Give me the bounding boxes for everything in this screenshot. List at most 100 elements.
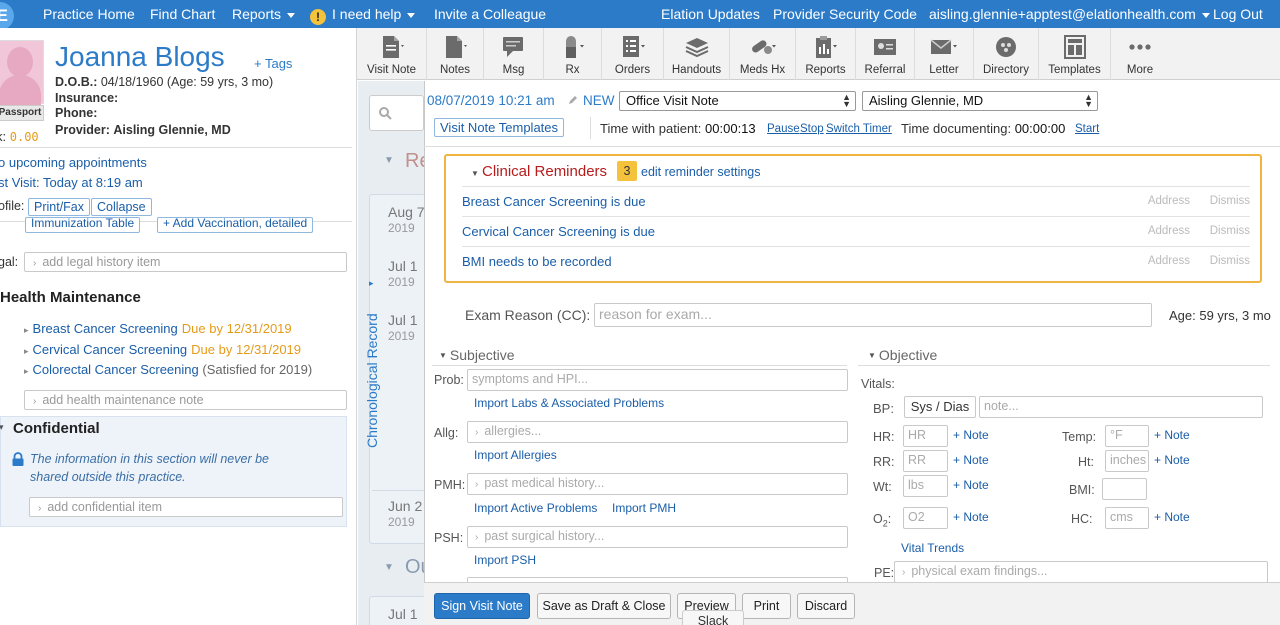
chronological-record-label[interactable]: Chronological Record (362, 290, 384, 450)
reminder-address-link[interactable]: Address (1148, 195, 1190, 207)
import-allergies-link[interactable]: Import Allergies (474, 448, 557, 462)
o2-input[interactable]: O2 (903, 507, 948, 529)
triangle-down-icon[interactable]: ▾ (0, 422, 4, 433)
pmh-input[interactable]: › past medical history... (467, 473, 848, 495)
timeline-date[interactable]: Jul 1 (388, 258, 418, 274)
add-tags-link[interactable]: + Tags (254, 56, 292, 71)
reminder-dismiss-link[interactable]: Dismiss (1210, 195, 1250, 207)
passport-badge[interactable]: Passport (0, 105, 44, 121)
provider-select[interactable]: Aisling Glennie, MD ▲ ▼ (862, 91, 1098, 111)
timeline-date[interactable]: Aug 7 (388, 204, 425, 220)
import-labs-link[interactable]: Import Labs & Associated Problems (474, 396, 664, 410)
reminder-text[interactable]: BMI needs to be recorded (462, 254, 612, 269)
collapse-button[interactable]: Collapse (91, 198, 152, 216)
health-maintenance-note-input[interactable]: › add health maintenance note (24, 390, 347, 410)
objective-heading[interactable]: ▼ Objective (868, 347, 937, 363)
nav-need-help-menu[interactable]: ! I need help (310, 6, 416, 25)
visit-note-button[interactable]: Visit Note (357, 28, 427, 80)
bp-input[interactable]: Sys / Dias (904, 396, 976, 418)
allergies-input[interactable]: › allergies... (467, 421, 848, 443)
rx-button[interactable]: Rx (544, 28, 602, 80)
timeline-search[interactable] (369, 95, 424, 131)
letter-button[interactable]: Letter (915, 28, 974, 80)
edit-reminder-settings-link[interactable]: edit reminder settings (641, 165, 761, 179)
patient-avatar[interactable] (0, 40, 44, 105)
physical-exam-input[interactable]: › physical exam findings... (894, 561, 1268, 583)
wt-input[interactable]: lbs (903, 475, 948, 497)
triangle-down-icon[interactable]: ▼ (384, 562, 394, 573)
more-button[interactable]: More (1111, 28, 1169, 80)
nav-practice-home[interactable]: Practice Home (43, 6, 135, 22)
reminder-dismiss-link[interactable]: Dismiss (1210, 255, 1250, 267)
nav-user-menu[interactable]: aisling.glennie+apptest@elationhealth.co… (929, 6, 1210, 22)
subjective-heading[interactable]: ▼ Subjective (439, 347, 515, 363)
legal-history-input[interactable]: › add legal history item (24, 252, 347, 272)
nav-elation-updates[interactable]: Elation Updates (661, 6, 760, 22)
hm-item-name[interactable]: Cervical Cancer Screening (33, 342, 188, 357)
discard-button[interactable]: Discard (797, 593, 855, 619)
bmi-input[interactable] (1102, 478, 1147, 500)
nav-logout[interactable]: Log Out (1213, 6, 1263, 22)
last-visit-link[interactable]: st Visit: Today at 8:19 am (0, 175, 143, 190)
notes-button[interactable]: Notes (427, 28, 484, 80)
import-psh-link[interactable]: Import PSH (474, 553, 536, 567)
print-button[interactable]: Print (742, 593, 791, 619)
timeline-date[interactable]: Jun 2 (388, 498, 422, 514)
referral-button[interactable]: Referral (856, 28, 915, 80)
stop-timer-link[interactable]: Stop (800, 123, 824, 135)
hm-item-colorectal[interactable]: ▸ Colorectal Cancer Screening (Satisfied … (24, 362, 312, 377)
wt-add-note-link[interactable]: + Note (953, 478, 989, 492)
import-active-problems-link[interactable]: Import Active Problems (474, 501, 597, 515)
pencil-icon[interactable] (568, 95, 578, 105)
hm-item-breast[interactable]: ▸ Breast Cancer Screening Due by 12/31/201… (24, 321, 292, 336)
new-note-label[interactable]: NEW (583, 93, 615, 108)
sign-visit-note-button[interactable]: Sign Visit Note (434, 593, 530, 619)
problems-input[interactable]: symptoms and HPI... (467, 369, 848, 391)
directory-button[interactable]: Directory (974, 28, 1039, 80)
orders-button[interactable]: Orders (602, 28, 664, 80)
triangle-down-icon[interactable]: ▼ (384, 155, 394, 166)
hm-item-cervical[interactable]: ▸ Cervical Cancer Screening Due by 12/31/2… (24, 342, 301, 357)
handouts-button[interactable]: Handouts (664, 28, 730, 80)
triangle-right-icon[interactable]: ▸ (369, 278, 374, 289)
nav-invite-colleague[interactable]: Invite a Colleague (434, 6, 546, 22)
ht-add-note-link[interactable]: + Note (1154, 453, 1190, 467)
elation-logo[interactable]: E (0, 2, 14, 30)
reminder-text[interactable]: Breast Cancer Screening is due (462, 194, 646, 209)
visit-note-templates-button[interactable]: Visit Note Templates (434, 118, 565, 137)
print-fax-button[interactable]: Print/Fax (28, 198, 91, 216)
start-timer-link[interactable]: Start (1075, 123, 1099, 135)
reminder-address-link[interactable]: Address (1148, 255, 1190, 267)
temp-input[interactable]: °F (1105, 425, 1149, 447)
nav-find-chart[interactable]: Find Chart (150, 6, 215, 22)
nav-reports-menu[interactable]: Reports (232, 6, 296, 22)
switch-timer-link[interactable]: Switch Timer (826, 123, 892, 135)
psh-input[interactable]: › past surgical history... (467, 526, 848, 548)
ht-input[interactable]: inches (1105, 450, 1149, 472)
rr-input[interactable]: RR (903, 450, 948, 472)
upcoming-appointments-link[interactable]: o upcoming appointments (0, 155, 147, 170)
save-draft-close-button[interactable]: Save as Draft & Close (537, 593, 671, 619)
note-type-select[interactable]: Office Visit Note ▲ ▼ (619, 91, 856, 111)
triangle-down-icon[interactable]: ▼ (471, 169, 479, 178)
exam-reason-input[interactable]: reason for exam... (594, 303, 1152, 327)
o2-add-note-link[interactable]: + Note (953, 510, 989, 524)
reports-button[interactable]: Reports (796, 28, 856, 80)
bp-note-input[interactable]: note... (979, 396, 1263, 418)
message-button[interactable]: Msg (484, 28, 544, 80)
vital-trends-link[interactable]: Vital Trends (901, 541, 964, 555)
add-vaccination-button[interactable]: + Add Vaccination, detailed (157, 217, 314, 233)
reminder-address-link[interactable]: Address (1148, 225, 1190, 237)
hm-item-name[interactable]: Colorectal Cancer Screening (33, 362, 199, 377)
pause-timer-link[interactable]: Pause (767, 123, 800, 135)
patient-name[interactable]: Joanna Blogs (55, 41, 225, 73)
meds-history-button[interactable]: Meds Hx (730, 28, 796, 80)
hr-add-note-link[interactable]: + Note (953, 428, 989, 442)
hr-input[interactable]: HR (903, 425, 948, 447)
hc-input[interactable]: cms (1105, 507, 1149, 529)
rr-add-note-link[interactable]: + Note (953, 453, 989, 467)
import-pmh-link[interactable]: Import PMH (612, 501, 676, 515)
temp-add-note-link[interactable]: + Note (1154, 428, 1190, 442)
reminder-text[interactable]: Cervical Cancer Screening is due (462, 224, 655, 239)
reminder-dismiss-link[interactable]: Dismiss (1210, 225, 1250, 237)
